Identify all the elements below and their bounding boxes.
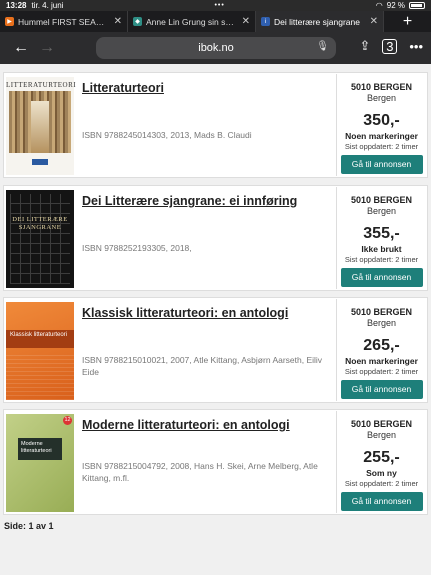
listing-meta: ISBN 9788215010021, 2007, Atle Kittang, … bbox=[82, 355, 323, 377]
toolbar-actions: ⇪ 3 ••• bbox=[359, 38, 423, 54]
address-bar[interactable]: ibok.no 🎙 bbox=[96, 37, 336, 59]
back-arrow-icon[interactable]: ← bbox=[8, 39, 34, 57]
go-to-listing-button[interactable]: Gå til annonsen bbox=[340, 492, 423, 511]
tab-title: Hummel FIRST SEAMLESS bbox=[18, 16, 110, 27]
listing-meta: ISBN 9788245014303, 2013, Mads B. Claudi bbox=[82, 130, 252, 140]
listing-title-link[interactable]: Dei Litterære sjangrane: ei innføring bbox=[82, 194, 297, 208]
browser-toolbar: ← → ibok.no 🎙 ⇪ 3 ••• bbox=[0, 32, 431, 64]
postal-code: 5010 BERGEN bbox=[350, 195, 413, 205]
status-time: 13:28 bbox=[6, 1, 27, 10]
browser-tab-1[interactable]: ▶ Hummel FIRST SEAMLESS ✕ bbox=[0, 11, 128, 32]
close-tab-icon[interactable]: ✕ bbox=[114, 16, 122, 27]
book-cover-image[interactable]: DEI LITTERÆRE SJANGRANE bbox=[6, 190, 74, 288]
listing-title-link[interactable]: Moderne litteraturteori: en antologi bbox=[82, 418, 290, 432]
condition: Noen markeringer bbox=[345, 356, 418, 366]
city: Bergen bbox=[366, 206, 397, 216]
listing-sidebar: 5010 BERGEN Bergen 350,- Noen markeringe… bbox=[336, 74, 426, 176]
tab-count-button[interactable]: 3 bbox=[382, 38, 398, 54]
url-text: ibok.no bbox=[198, 42, 234, 54]
cover-texture bbox=[6, 354, 74, 400]
tab-favicon-icon: ◆ bbox=[133, 17, 142, 26]
postal-code: 5010 BERGEN bbox=[350, 82, 413, 92]
cover-title: Moderne litteraturteori bbox=[21, 441, 52, 454]
multitask-dots[interactable]: ••• bbox=[63, 2, 375, 9]
listing-card: LITTERATURTEORI Litteraturteori ISBN 978… bbox=[3, 72, 428, 178]
listing-title-link[interactable]: Klassisk litteraturteori: en antologi bbox=[82, 306, 288, 320]
microphone-icon[interactable]: 🎙 bbox=[316, 41, 329, 52]
status-right: ◠ 92 % bbox=[376, 1, 425, 10]
condition: Som ny bbox=[366, 468, 397, 478]
city: Bergen bbox=[366, 93, 397, 103]
new-tab-button[interactable]: + bbox=[384, 11, 431, 32]
cover-title: LITTERATURTEORI bbox=[6, 81, 77, 89]
listing-meta: ISBN 9788252193305, 2018, bbox=[82, 243, 192, 253]
listing-card: Klassisk litteraturteori Klassisk litter… bbox=[3, 297, 428, 403]
status-date: tir. 4. juni bbox=[31, 1, 64, 10]
tab-title: Dei litterære sjangrane bbox=[274, 16, 360, 27]
go-to-listing-button[interactable]: Gå til annonsen bbox=[340, 155, 423, 174]
battery-label: 92 % bbox=[386, 1, 405, 10]
listing-sidebar: 5010 BERGEN Bergen 265,- Noen markeringe… bbox=[336, 299, 426, 401]
browser-tab-3[interactable]: i Dei litterære sjangrane ✕ bbox=[256, 11, 384, 32]
city: Bergen bbox=[366, 318, 397, 328]
condition: Ikke brukt bbox=[361, 244, 402, 254]
tab-title: Anne Lin Grung sin selger bbox=[146, 16, 238, 27]
book-cover-image[interactable]: Klassisk litteraturteori bbox=[6, 302, 74, 400]
price: 355,- bbox=[363, 225, 400, 242]
condition: Noen markeringer bbox=[345, 131, 418, 141]
book-cover-image[interactable]: LITTERATURTEORI bbox=[6, 77, 77, 175]
listing-card: DEI LITTERÆRE SJANGRANE Dei Litterære sj… bbox=[3, 185, 428, 291]
cover-title: DEI LITTERÆRE SJANGRANE bbox=[12, 216, 68, 231]
cover-title: Klassisk litteraturteori bbox=[10, 332, 68, 338]
last-updated: Sist oppdatert: 2 timer bbox=[344, 255, 419, 264]
browser-tab-2[interactable]: ◆ Anne Lin Grung sin selger ✕ bbox=[128, 11, 256, 32]
postal-code: 5010 BERGEN bbox=[350, 419, 413, 429]
wifi-icon: ◠ bbox=[375, 1, 383, 10]
listing-results: LITTERATURTEORI Litteraturteori ISBN 978… bbox=[0, 64, 431, 575]
forward-arrow-icon[interactable]: → bbox=[34, 39, 60, 57]
publisher-logo bbox=[32, 159, 48, 165]
price: 350,- bbox=[363, 112, 400, 129]
more-options-icon[interactable]: ••• bbox=[409, 39, 423, 54]
status-bar: 13:28 tir. 4. juni ••• ◠ 92 % bbox=[0, 0, 431, 11]
close-tab-icon[interactable]: ✕ bbox=[242, 16, 250, 27]
city: Bergen bbox=[366, 430, 397, 440]
price: 255,- bbox=[363, 449, 400, 466]
go-to-listing-button[interactable]: Gå til annonsen bbox=[340, 380, 423, 399]
listing-title-link[interactable]: Litteraturteori bbox=[82, 81, 164, 95]
tab-bar: ▶ Hummel FIRST SEAMLESS ✕ ◆ Anne Lin Gru… bbox=[0, 11, 431, 32]
cover-pattern bbox=[10, 194, 70, 284]
cover-photo bbox=[9, 91, 71, 153]
last-updated: Sist oppdatert: 2 timer bbox=[344, 142, 419, 151]
postal-code: 5010 BERGEN bbox=[350, 307, 413, 317]
listing-card: 12 Moderne litteraturteori Moderne litte… bbox=[3, 409, 428, 515]
share-icon[interactable]: ⇪ bbox=[359, 38, 370, 54]
listing-sidebar: 5010 BERGEN Bergen 355,- Ikke brukt Sist… bbox=[336, 187, 426, 289]
last-updated: Sist oppdatert: 2 timer bbox=[344, 367, 419, 376]
tab-favicon-icon: ▶ bbox=[5, 17, 14, 26]
tab-favicon-icon: i bbox=[261, 17, 270, 26]
listing-sidebar: 5010 BERGEN Bergen 255,- Som ny Sist opp… bbox=[336, 411, 426, 513]
last-updated: Sist oppdatert: 2 timer bbox=[344, 479, 419, 488]
pagination-label: Side: 1 av 1 bbox=[4, 521, 54, 531]
battery-icon bbox=[409, 2, 425, 9]
go-to-listing-button[interactable]: Gå til annonsen bbox=[340, 268, 423, 287]
cover-badge: 12 bbox=[63, 416, 72, 425]
price: 265,- bbox=[363, 337, 400, 354]
close-tab-icon[interactable]: ✕ bbox=[370, 16, 378, 27]
book-cover-image[interactable]: 12 Moderne litteraturteori bbox=[6, 414, 74, 512]
listing-meta: ISBN 9788215004792, 2008, Hans H. Skei, … bbox=[82, 461, 318, 483]
